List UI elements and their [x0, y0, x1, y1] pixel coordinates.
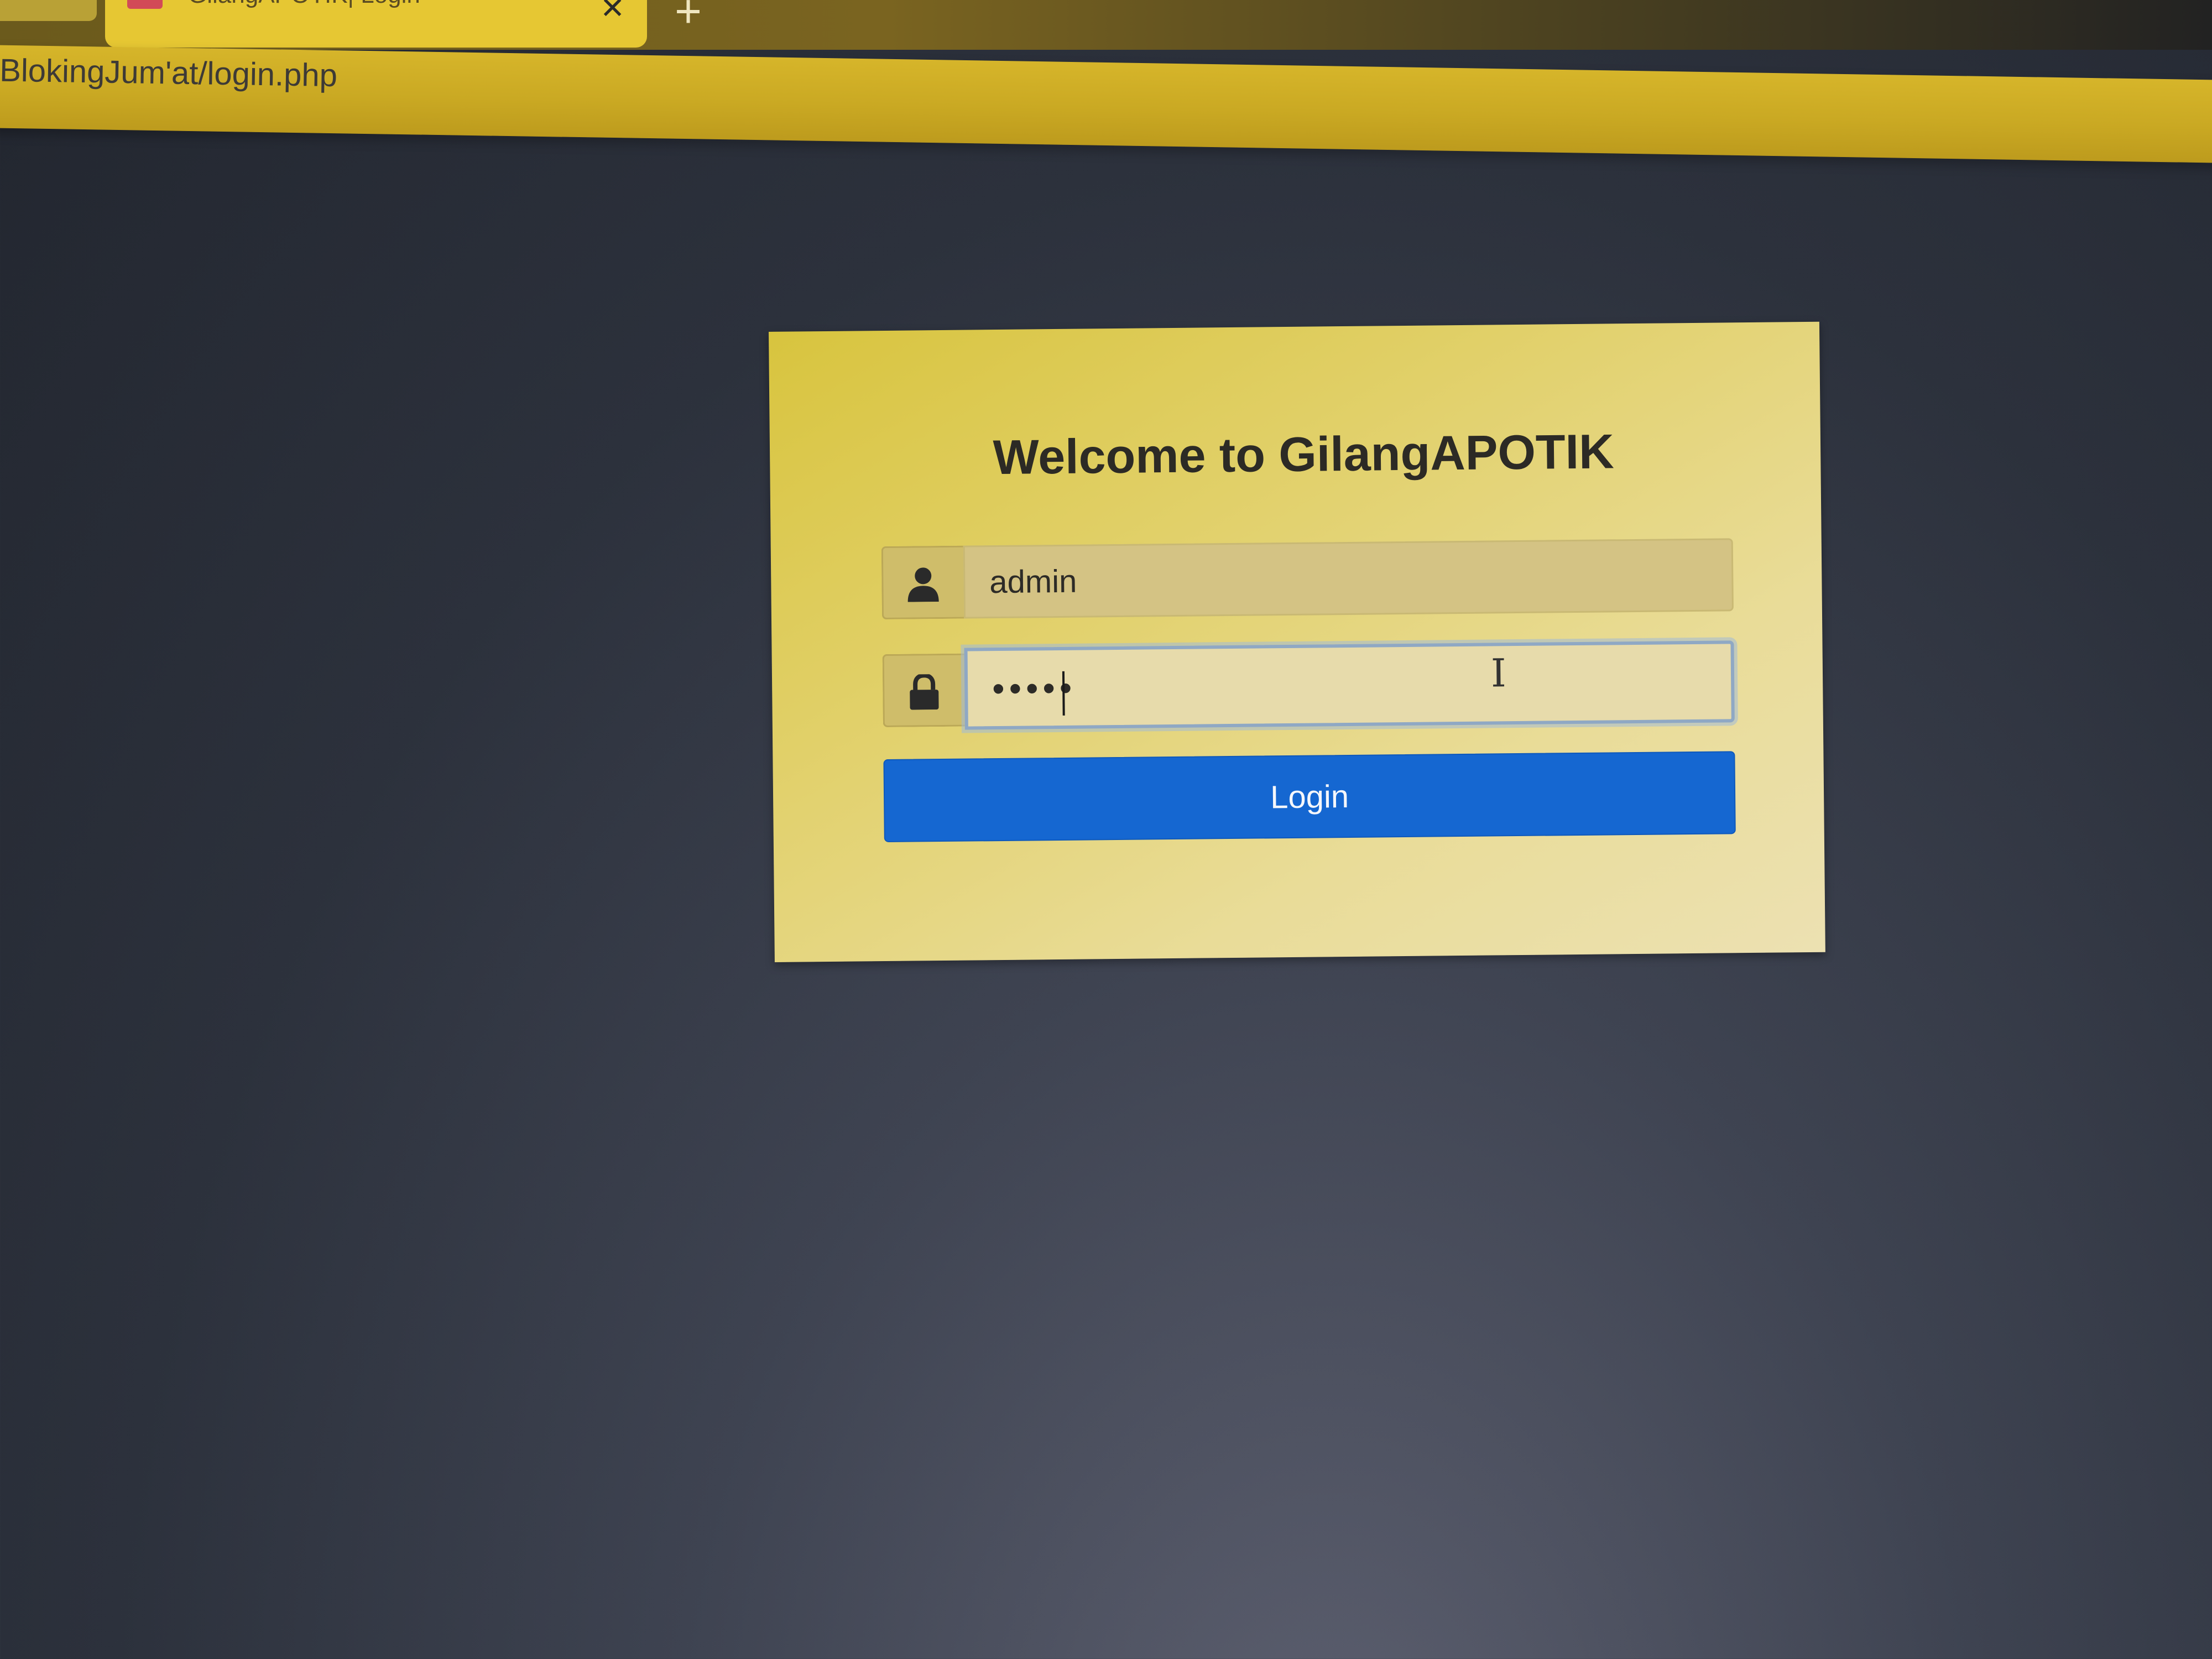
text-cursor-icon: I — [1490, 650, 1507, 696]
login-card: Welcome to GilangAPOTIK I Login — [769, 321, 1825, 962]
new-tab-icon[interactable]: + — [675, 0, 702, 34]
address-bar-url[interactable]: BlokingJum'at/login.php — [0, 52, 338, 95]
favicon-icon — [127, 0, 163, 9]
password-input[interactable] — [964, 640, 1735, 730]
browser-tab-strip: GilangAPOTIK| Login ✕ + — [0, 0, 2212, 50]
text-caret — [1062, 671, 1065, 716]
close-tab-icon[interactable]: ✕ — [600, 0, 625, 23]
user-icon — [907, 567, 939, 602]
username-input[interactable] — [963, 538, 1734, 619]
lock-icon — [910, 674, 939, 710]
browser-tab-previous[interactable] — [0, 0, 97, 21]
password-addon — [882, 653, 965, 728]
browser-toolbar: BlokingJum'at/login.php — [0, 44, 2212, 164]
login-button[interactable]: Login — [883, 751, 1736, 843]
username-group — [881, 538, 1734, 620]
page-title: Welcome to GilangAPOTIK — [993, 424, 1615, 485]
password-group: I — [882, 640, 1735, 730]
username-addon — [881, 545, 964, 620]
browser-tab-active[interactable]: GilangAPOTIK| Login ✕ — [105, 0, 647, 48]
tab-title: GilangAPOTIK| Login — [188, 0, 420, 9]
